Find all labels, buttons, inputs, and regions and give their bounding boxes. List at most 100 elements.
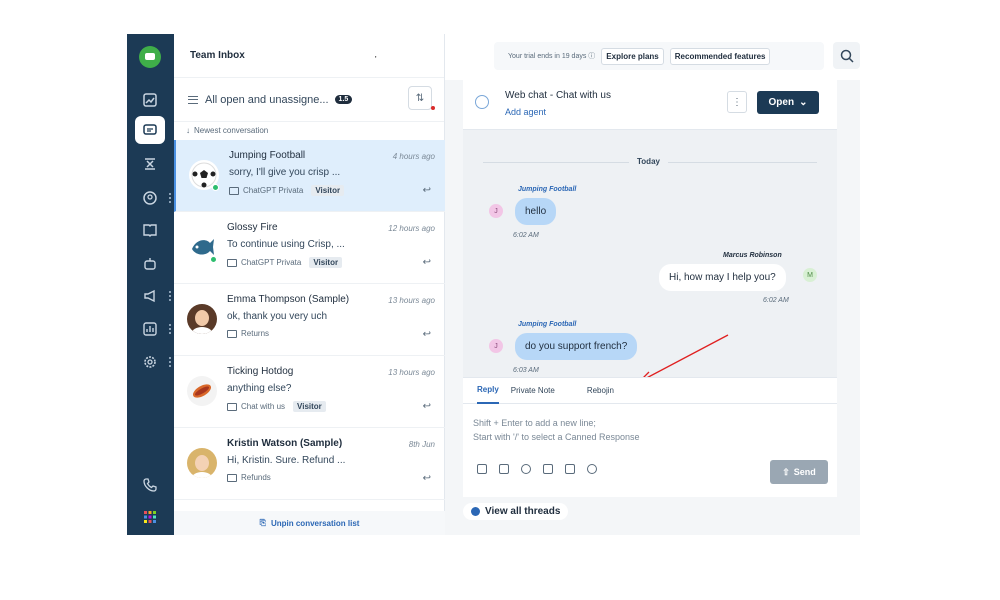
status-dropdown-button[interactable]: Open ⌄ <box>757 91 819 114</box>
online-indicator <box>210 256 217 263</box>
apps-grid-icon[interactable] <box>135 503 165 531</box>
sort-order[interactable]: ↓ Newest conversation <box>174 122 444 138</box>
conversation-item[interactable]: Kristin Watson (Sample) 8th Jun Hi, Kris… <box>174 428 445 500</box>
phone-icon[interactable] <box>135 471 165 499</box>
visitor-badge: Visitor <box>311 185 345 196</box>
avatar <box>187 448 217 478</box>
rail-dots <box>169 193 171 203</box>
message-sender: Marcus Robinson <box>723 252 782 259</box>
day-label: Today <box>629 157 668 166</box>
campaign-icon[interactable] <box>135 282 165 310</box>
online-indicator <box>212 184 219 191</box>
avatar <box>187 304 217 334</box>
contact-name: Kristin Watson (Sample) <box>227 438 343 449</box>
shortcut-icon[interactable] <box>477 464 487 474</box>
sort-label: Newest conversation <box>194 125 269 135</box>
page-title: Team Inbox , <box>174 34 444 78</box>
monitor-icon <box>227 258 237 267</box>
bot-icon[interactable] <box>135 250 165 278</box>
crisp-logo-icon[interactable] <box>139 46 161 68</box>
message-input[interactable]: Shift + Enter to add a new line; Start w… <box>473 416 640 444</box>
analytics-icon[interactable] <box>135 315 165 343</box>
inbox-icon[interactable] <box>135 116 165 144</box>
tab-reply[interactable]: Reply <box>477 378 499 404</box>
reply-composer: Reply Private Note Rebojin Shift + Enter… <box>463 377 837 497</box>
add-agent-link[interactable]: Add agent <box>505 107 546 117</box>
contact-name: Glossy Fire <box>227 222 278 233</box>
inbox-title: Team Inbox <box>190 50 245 61</box>
composer-tabs: Reply Private Note Rebojin <box>463 378 837 404</box>
attachment-icon[interactable] <box>521 464 531 474</box>
conversation-item[interactable]: Glossy Fire 12 hours ago To continue usi… <box>174 212 445 284</box>
message-bubble: Hi, how may I help you? <box>659 264 786 291</box>
header-marker: , <box>374 52 377 59</box>
message-time: 6:02 AM <box>513 232 539 239</box>
channel-name: Returns <box>241 329 270 338</box>
conversation-item[interactable]: Ticking Hotdog 13 hours ago anything els… <box>174 356 445 428</box>
reply-icon[interactable]: ↩ <box>423 401 431 412</box>
placeholder-line: Shift + Enter to add a new line; <box>473 418 596 428</box>
message-sender: Jumping Football <box>518 321 577 328</box>
chevron-down-icon: ⌄ <box>799 97 808 108</box>
view-all-threads-button[interactable]: View all threads <box>463 503 569 520</box>
sort-arrow-icon: ↓ <box>186 125 190 135</box>
reply-icon[interactable]: ↩ <box>423 185 431 196</box>
tab-rebojin[interactable]: Rebojin <box>587 378 614 404</box>
send-icon: ⇧ <box>782 466 790 477</box>
status-label: Open <box>768 97 795 108</box>
channel-name: ChatGPT Privata <box>241 258 302 267</box>
conversation-meta: Returns <box>227 329 269 338</box>
emoji-icon[interactable] <box>587 464 597 474</box>
filter-label[interactable]: All open and unassigne... <box>205 94 329 106</box>
settings-gear-icon[interactable] <box>135 348 165 376</box>
sort-button[interactable]: ⇅ <box>408 86 432 110</box>
notification-dot <box>431 106 435 110</box>
contact-name: Emma Thompson (Sample) <box>227 294 350 305</box>
rail-dots <box>169 324 171 334</box>
chat-panel: Web chat - Chat with us Add agent ⋮ Open… <box>445 80 860 535</box>
channel-name: ChatGPT Privata <box>243 186 304 195</box>
inbox-tray-icon <box>227 329 237 338</box>
message-time: 6:03 AM <box>513 367 539 374</box>
conversation-meta: Chat with us Visitor <box>227 401 326 412</box>
tab-private-note[interactable]: Private Note <box>511 378 555 404</box>
message-sender: Jumping Football <box>518 186 577 193</box>
search-button[interactable] <box>833 42 860 69</box>
contacts-icon[interactable] <box>135 150 165 178</box>
unpin-label: Unpin conversation list <box>270 518 360 528</box>
menu-icon[interactable] <box>188 95 198 104</box>
visitor-avatar: J <box>489 204 503 218</box>
top-bar: Your trial ends in 19 days ⓘ Explore pla… <box>494 42 824 70</box>
recommended-features-button[interactable]: Recommended features <box>669 47 771 65</box>
dashboard-icon[interactable] <box>135 86 165 114</box>
more-options-button[interactable]: ⋮ <box>727 91 747 113</box>
rail-dots <box>169 291 171 301</box>
gif-icon[interactable] <box>565 464 575 474</box>
conversation-item[interactable]: Emma Thompson (Sample) 13 hours ago ok, … <box>174 284 445 356</box>
chat-header: Web chat - Chat with us Add agent ⋮ Open… <box>463 80 837 130</box>
contact-name: Jumping Football <box>229 150 306 161</box>
user-icon[interactable] <box>135 184 165 212</box>
unpin-conversation-list-button[interactable]: ⎘ Unpin conversation list <box>174 511 445 535</box>
reply-icon[interactable]: ↩ <box>423 329 431 340</box>
conversation-time: 13 hours ago <box>388 368 435 377</box>
message-preview: To continue using Crisp, ... <box>227 239 345 250</box>
image-icon[interactable] <box>543 464 553 474</box>
send-label: Send <box>793 467 816 477</box>
message-preview: sorry, I'll give you crisp ... <box>229 167 341 178</box>
inbox-filter[interactable]: All open and unassigne... 1.5 ⇅ <box>174 78 444 122</box>
conversation-item[interactable]: Jumping Football 4 hours ago sorry, I'll… <box>174 140 445 212</box>
conversation-time: 12 hours ago <box>388 224 435 233</box>
conversation-time: 4 hours ago <box>392 152 435 161</box>
channel-name: Refunds <box>241 473 271 482</box>
chat-title: Web chat - Chat with us <box>505 90 611 101</box>
knowledge-icon[interactable] <box>499 464 509 474</box>
send-button[interactable]: ⇧ Send <box>770 460 828 484</box>
reply-icon[interactable]: ↩ <box>423 257 431 268</box>
unpin-icon: ⎘ <box>259 518 266 527</box>
explore-plans-button[interactable]: Explore plans <box>601 47 664 65</box>
visitor-avatar: J <box>489 339 503 353</box>
reply-icon[interactable]: ↩ <box>423 473 431 484</box>
trial-notice: Your trial ends in 19 days ⓘ <box>508 53 596 60</box>
knowledge-icon[interactable] <box>135 216 165 244</box>
